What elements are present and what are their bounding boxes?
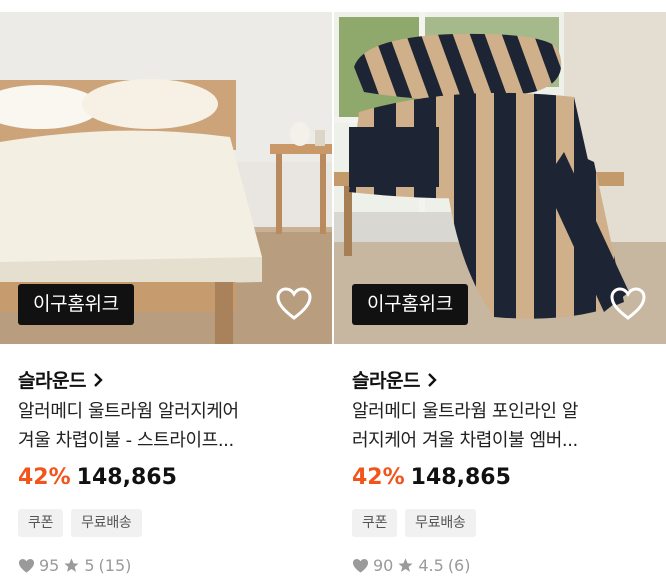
- product-card[interactable]: 이구홈위크 슬라운드 알러메디 울트라웜 포인라인 알 러지케어 겨울 차렵이불…: [334, 0, 666, 587]
- free-shipping-badge: 무료배송: [71, 509, 142, 537]
- star-icon: [64, 558, 79, 572]
- title-line: 알러메디 울트라웜 포인라인 알: [352, 401, 579, 422]
- brand-link[interactable]: 슬라운드: [352, 366, 438, 393]
- chevron-right-icon: [94, 372, 103, 387]
- like-count: 90: [373, 556, 394, 575]
- price-row: 42% 148,865: [352, 465, 511, 490]
- price: 148,865: [410, 465, 511, 490]
- heart-icon[interactable]: [276, 287, 312, 321]
- product-title[interactable]: 알러메디 울트라웜 포인라인 알 러지케어 겨울 차렵이불 엠버...: [352, 397, 652, 455]
- discount-rate: 42%: [352, 465, 405, 490]
- brand-name: 슬라운드: [352, 370, 420, 392]
- discount-rate: 42%: [18, 465, 71, 490]
- review-count: (6): [447, 556, 471, 575]
- product-stats: 90 4.5 (6): [352, 556, 470, 575]
- rating: 4.5: [418, 556, 444, 575]
- coupon-badge: 쿠폰: [352, 509, 398, 537]
- star-icon: [398, 558, 413, 572]
- title-line: 러지케어 겨울 차렵이불 엠버...: [352, 430, 578, 451]
- price-row: 42% 148,865: [18, 465, 177, 490]
- review-count: (15): [98, 556, 132, 575]
- heart-icon[interactable]: [610, 287, 646, 321]
- title-line: 겨울 차렵이불 - 스트라이프...: [18, 430, 234, 451]
- brand-link[interactable]: 슬라운드: [18, 366, 104, 393]
- rating: 5: [84, 556, 95, 575]
- title-line: 알러메디 울트라웜 알러지케어: [18, 401, 239, 422]
- heart-icon: [18, 558, 35, 573]
- coupon-badge: 쿠폰: [18, 509, 64, 537]
- product-card[interactable]: 이구홈위크 슬라운드 알러메디 울트라웜 알러지케어 겨울 차렵이불 - 스트라…: [0, 0, 332, 587]
- brand-name: 슬라운드: [18, 370, 86, 392]
- product-title[interactable]: 알러메디 울트라웜 알러지케어 겨울 차렵이불 - 스트라이프...: [18, 397, 318, 455]
- free-shipping-badge: 무료배송: [405, 509, 476, 537]
- badge-list: 쿠폰 무료배송: [18, 509, 142, 537]
- product-stats: 95 5 (15): [18, 556, 131, 575]
- chevron-right-icon: [428, 372, 437, 387]
- shop-tag: 이구홈위크: [352, 284, 468, 325]
- shop-tag: 이구홈위크: [18, 284, 134, 325]
- badge-list: 쿠폰 무료배송: [352, 509, 476, 537]
- like-count: 95: [39, 556, 60, 575]
- price: 148,865: [76, 465, 177, 490]
- heart-icon: [352, 558, 369, 573]
